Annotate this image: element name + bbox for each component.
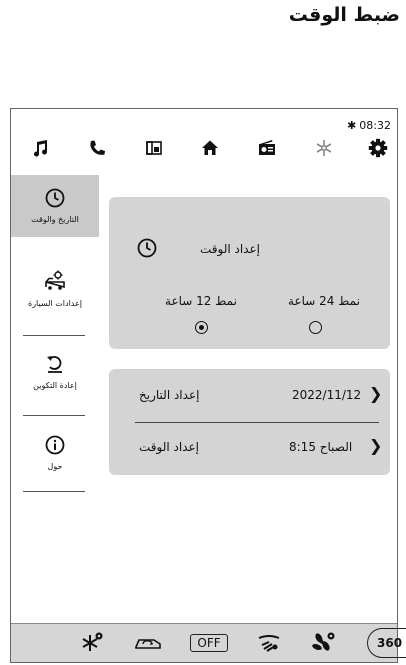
chevron-right-icon[interactable]: ❯ (369, 384, 382, 403)
radio-12-hour[interactable] (195, 321, 208, 334)
climate-icon[interactable] (309, 133, 339, 163)
clock-time: 08:32 (359, 119, 391, 132)
sidebar-item-label: حول (47, 462, 63, 471)
fan-icon[interactable] (309, 630, 339, 656)
time-setting-title: إعداد الوقت (200, 242, 260, 256)
info-icon (45, 435, 65, 459)
option-12-hour-label: نمط 12 ساعة (165, 294, 237, 308)
settings-sidebar: التاريخ والوقت إعدادات السيارة إعادة الت… (11, 175, 99, 585)
radio-icon[interactable] (252, 133, 282, 163)
360-label: 360 (377, 636, 403, 650)
music-icon[interactable] (25, 133, 55, 163)
apps-icon[interactable] (139, 133, 169, 163)
recirculation-icon[interactable] (131, 630, 165, 656)
sidebar-item-car-settings[interactable]: إعدادات السيارة (11, 259, 99, 319)
time-format-panel: إعداد الوقت نمط 24 ساعة نمط 12 ساعة (109, 197, 390, 349)
infotainment-screen: ✱ 08:32 التاريخ والوقت إعدادات السيارة إ… (10, 108, 406, 663)
clock-icon (137, 238, 157, 262)
off-button[interactable]: OFF (187, 630, 231, 656)
date-time-settings-panel: إعداد التاريخ 2022/11/12 ❯ إعداد الوقت ا… (109, 369, 390, 475)
sidebar-item-label: إعدادات السيارة (28, 299, 82, 308)
off-label: OFF (190, 634, 228, 652)
car-settings-icon (43, 270, 67, 296)
clock-icon (45, 188, 65, 212)
chevron-right-icon[interactable]: ❯ (369, 436, 382, 455)
sidebar-item-label: إعادة التكوين (33, 381, 77, 390)
option-24-hour-label: نمط 24 ساعة (288, 294, 360, 308)
climate-bar: OFF 360 (11, 623, 406, 662)
home-icon[interactable] (195, 133, 225, 163)
rear-defrost-icon[interactable] (77, 630, 107, 656)
top-nav-bar (11, 133, 397, 167)
sidebar-item-about[interactable]: حول (11, 423, 99, 483)
time-value: الصباح 8:15 (289, 440, 353, 454)
sidebar-divider (23, 335, 85, 336)
row-divider (135, 422, 379, 423)
status-bar: ✱ 08:32 (347, 119, 391, 132)
reset-icon (45, 354, 65, 378)
sidebar-item-reset[interactable]: إعادة التكوين (11, 343, 99, 401)
radio-24-hour[interactable] (309, 321, 322, 334)
360-view-button[interactable]: 360 (367, 628, 406, 658)
date-value: 2022/11/12 (292, 388, 362, 402)
windshield-airflow-icon[interactable] (255, 630, 283, 656)
sidebar-item-date-time[interactable]: التاريخ والوقت (11, 175, 99, 237)
time-setting-label: إعداد الوقت (139, 440, 199, 454)
phone-icon[interactable] (82, 133, 112, 163)
page-title: ضبط الوقت (288, 4, 400, 26)
sidebar-divider (23, 491, 85, 492)
sidebar-item-label: التاريخ والوقت (31, 215, 79, 224)
date-setting-label: إعداد التاريخ (139, 388, 200, 402)
settings-icon[interactable] (363, 133, 393, 163)
bluetooth-icon: ✱ (347, 119, 357, 132)
sidebar-divider (23, 415, 85, 416)
